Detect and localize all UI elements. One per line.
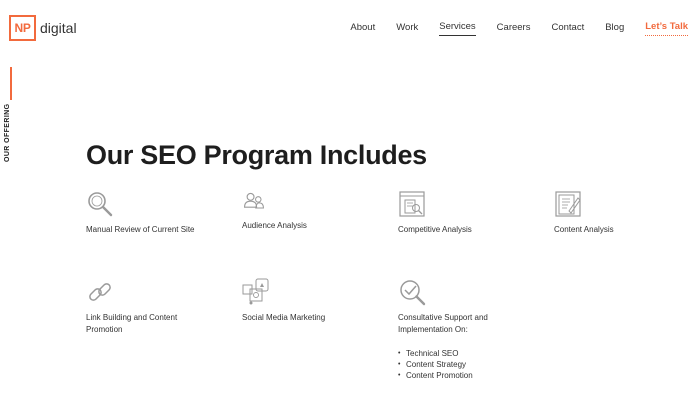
nav-blog[interactable]: Blog: [605, 22, 624, 36]
support-search-icon: [400, 280, 426, 306]
content-analysis-icon: [555, 191, 581, 217]
lets-talk-link[interactable]: Let’s Talk: [645, 21, 688, 36]
nav-careers[interactable]: Careers: [497, 22, 531, 36]
list-item: Content Promotion: [398, 370, 518, 381]
link-icon: [89, 283, 111, 301]
offering-label: Content Analysis: [554, 225, 614, 234]
offering-item-competitive-analysis: Competitive Analysis: [398, 190, 538, 236]
nav-work[interactable]: Work: [396, 22, 418, 36]
offering-item-consultative-support: Consultative Support and Implementation …: [398, 278, 518, 381]
offering-item-audience-analysis: Audience Analysis: [242, 190, 382, 232]
list-item: Technical SEO: [398, 348, 518, 359]
magnifier-icon: [88, 192, 113, 217]
logo-text: digital: [40, 20, 77, 36]
np-digital-logo[interactable]: NP digital: [9, 15, 77, 41]
nav-contact[interactable]: Contact: [551, 22, 584, 36]
offering-label: Manual Review of Current Site: [86, 225, 195, 234]
main-nav: About Work Services Careers Contact Blog…: [329, 21, 688, 36]
offering-label: Consultative Support and Implementation …: [398, 313, 488, 334]
offering-item-content-analysis: Content Analysis: [554, 190, 694, 236]
competitive-analysis-icon: [399, 191, 425, 217]
offering-label: Link Building and Content Promotion: [86, 313, 178, 334]
list-item: Content Strategy: [398, 359, 518, 370]
nav-services[interactable]: Services: [439, 21, 476, 36]
audience-icon: [244, 192, 264, 209]
offering-label: Audience Analysis: [242, 221, 307, 230]
page-title: Our SEO Program Includes: [86, 140, 427, 170]
offering-item-social-media: Social Media Marketing: [242, 278, 382, 324]
offering-item-manual-review: Manual Review of Current Site: [86, 190, 226, 236]
offering-label: Social Media Marketing: [242, 313, 326, 322]
social-media-icon: [242, 278, 269, 305]
side-section-label: OUR OFFERING: [4, 103, 11, 162]
offering-item-link-building: Link Building and Content Promotion: [86, 278, 226, 336]
offering-label: Competitive Analysis: [398, 225, 472, 234]
side-accent-line: [10, 67, 12, 100]
offering-bullet-list: Technical SEO Content Strategy Content P…: [398, 348, 518, 381]
logo-mark: NP: [9, 15, 36, 41]
nav-about[interactable]: About: [350, 22, 375, 36]
site-header: NP digital About Work Services Careers C…: [0, 0, 700, 56]
